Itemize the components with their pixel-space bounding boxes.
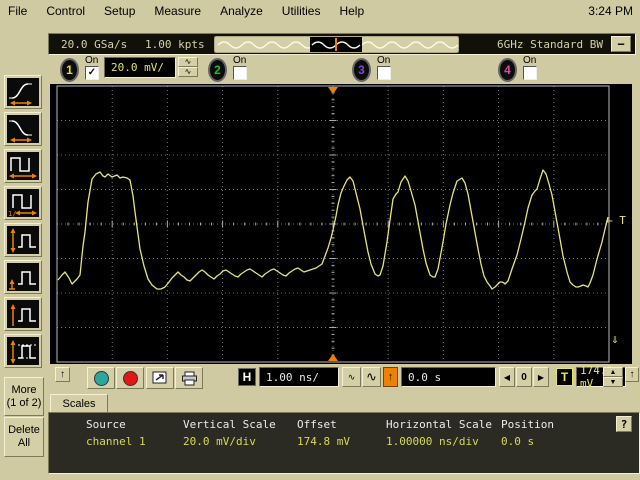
tab-scales[interactable]: Scales — [50, 394, 108, 413]
measure-rise-time-button[interactable] — [4, 75, 42, 109]
menu-bar: File Control Setup Measure Analyze Utili… — [0, 0, 640, 22]
clear-display-button[interactable] — [146, 367, 174, 389]
horizontal-scale-field[interactable]: 1.00 ns/ — [259, 367, 339, 387]
horizontal-scale-value: 1.00000 ns/div — [386, 435, 492, 448]
delete-all-button[interactable]: Delete All — [4, 417, 44, 457]
clock: 3:24 PM — [588, 4, 633, 18]
memory-depth: 1.00 kpts — [145, 38, 205, 51]
horizontal-zoom-in-button[interactable]: ∿ — [342, 367, 361, 387]
vertical-scale-value: 20.0 mV/div — [183, 435, 276, 448]
scales-col-vertical: Vertical Scale 20.0 mV/div — [183, 418, 276, 448]
scales-col-source: Source channel 1 — [86, 418, 146, 448]
menu-item-control[interactable]: Control — [46, 4, 85, 18]
horizontal-badge: H — [238, 368, 256, 386]
channel-3-badge[interactable]: 3 — [352, 58, 371, 82]
run-button[interactable] — [87, 367, 115, 389]
position-left-button[interactable]: ◀ — [499, 367, 515, 387]
clear-display-icon — [152, 371, 168, 385]
acquisition-preview[interactable] — [214, 36, 459, 53]
offscreen-indicator-icon: ⇓ — [611, 332, 619, 347]
trigger-up-button[interactable]: ▲ — [603, 367, 623, 377]
channel-3-controls: 3 On — [352, 57, 412, 83]
position-zero-button[interactable]: 0 — [516, 367, 532, 387]
channel-1-scale-field[interactable]: 20.0 mV/ — [104, 57, 176, 78]
measure-fall-time-button[interactable] — [4, 112, 42, 146]
bandwidth-label: 6GHz Standard BW — [497, 38, 603, 51]
orange-up-arrow-icon: ↑ — [388, 371, 394, 383]
measure-v-amplitude-button[interactable] — [4, 334, 42, 368]
channel-2-controls: 2 On — [208, 57, 268, 83]
up-arrow-icon: ↑ — [60, 369, 65, 380]
channel-2-on-label: On — [233, 55, 246, 66]
channel-4-controls: 4 On — [498, 57, 558, 83]
right-arrow-icon: ▶ — [538, 373, 544, 382]
channel-1-on-label: On — [85, 55, 98, 66]
measure-period-button[interactable] — [4, 149, 42, 183]
scales-panel: Source channel 1 Vertical Scale 20.0 mV/… — [48, 412, 640, 474]
channel-1-badge[interactable]: 1 — [60, 58, 79, 82]
horizontal-zoom-out-button[interactable]: ∿ — [362, 367, 381, 387]
channel-1-on-checkbox[interactable]: ✓ — [85, 66, 99, 80]
sample-rate: 20.0 GSa/s — [61, 38, 127, 51]
menu-item-utilities[interactable]: Utilities — [282, 4, 321, 18]
spin-down-icon: ▼ — [610, 379, 617, 386]
menu-item-setup[interactable]: Setup — [104, 4, 135, 18]
channel-4-badge[interactable]: 4 — [498, 58, 517, 82]
trigger-position-button[interactable]: ↑ — [383, 367, 398, 387]
left-arrow-icon: ◀ — [504, 373, 510, 382]
channel-2-badge[interactable]: 2 — [208, 58, 227, 82]
sine-large-icon: ∿ — [366, 369, 377, 385]
svg-text:1/: 1/ — [8, 210, 16, 217]
trigger-level-marker[interactable]: ← T — [606, 214, 626, 227]
horizontal-position-field[interactable]: 0.0 s — [401, 367, 496, 387]
status-bar: 20.0 GSa/s 1.00 kpts 6GHz Standard BW − — [48, 33, 636, 55]
position-value: 0.0 s — [501, 435, 554, 448]
channel-3-on-label: On — [377, 55, 390, 66]
menu-item-file[interactable]: File — [8, 4, 27, 18]
source-value: channel 1 — [86, 435, 146, 448]
expand-up-right-button[interactable]: ↑ — [625, 367, 639, 382]
channel-1-scale-spinner: ∿ ∿ — [178, 57, 198, 78]
measure-v-max-button[interactable] — [4, 297, 42, 331]
scales-col-offset: Offset 174.8 mV — [297, 418, 350, 448]
expand-up-left-button[interactable]: ↑ — [55, 367, 70, 382]
menu-item-measure[interactable]: Measure — [154, 4, 201, 18]
channel-1-scale-up-button[interactable]: ∿ — [178, 57, 198, 67]
trigger-down-button[interactable]: ▼ — [603, 377, 623, 387]
waveform-display[interactable]: ← T ⇓ — [50, 84, 632, 364]
trigger-badge: T — [556, 368, 573, 386]
print-button[interactable] — [175, 367, 203, 389]
channel-4-on-label: On — [523, 55, 536, 66]
channel-4-on-checkbox[interactable] — [523, 66, 537, 80]
measure-frequency-button[interactable]: 1/ — [4, 186, 42, 220]
channel-bar: 1 On ✓ 20.0 mV/ ∿ ∿ 2 On 3 On 4 On — [48, 56, 640, 83]
up-arrow-icon: ↑ — [630, 369, 635, 380]
stop-button[interactable] — [116, 367, 144, 389]
measure-v-peak-peak-button[interactable] — [4, 223, 42, 257]
channel-2-on-checkbox[interactable] — [233, 66, 247, 80]
stop-icon — [123, 371, 138, 386]
minimize-button[interactable]: − — [611, 36, 631, 52]
waveform-grid — [50, 84, 632, 364]
bottom-control-bar: ↑ H 1.00 ns/ ∿ ∿ ↑ 0.0 s ◀ 0 ▶ T 174.8 m… — [0, 366, 640, 392]
menu-item-help[interactable]: Help — [339, 4, 364, 18]
trigger-level-spinner: ▲ ▼ — [603, 367, 623, 387]
run-icon — [94, 371, 109, 386]
channel-1-scale-down-button[interactable]: ∿ — [178, 67, 198, 77]
help-button[interactable]: ? — [616, 416, 632, 432]
scales-col-horizontal: Horizontal Scale 1.00000 ns/div — [386, 418, 492, 448]
spin-up-icon: ▲ — [610, 369, 617, 376]
menu-item-analyze[interactable]: Analyze — [220, 4, 263, 18]
position-right-button[interactable]: ▶ — [533, 367, 549, 387]
offset-value: 174.8 mV — [297, 435, 350, 448]
oscilloscope-app: File Control Setup Measure Analyze Utili… — [0, 0, 640, 480]
printer-icon — [181, 371, 198, 386]
measure-v-min-button[interactable] — [4, 260, 42, 294]
sine-small-icon: ∿ — [348, 372, 356, 383]
channel-3-on-checkbox[interactable] — [377, 66, 391, 80]
scales-col-position: Position 0.0 s — [501, 418, 554, 448]
